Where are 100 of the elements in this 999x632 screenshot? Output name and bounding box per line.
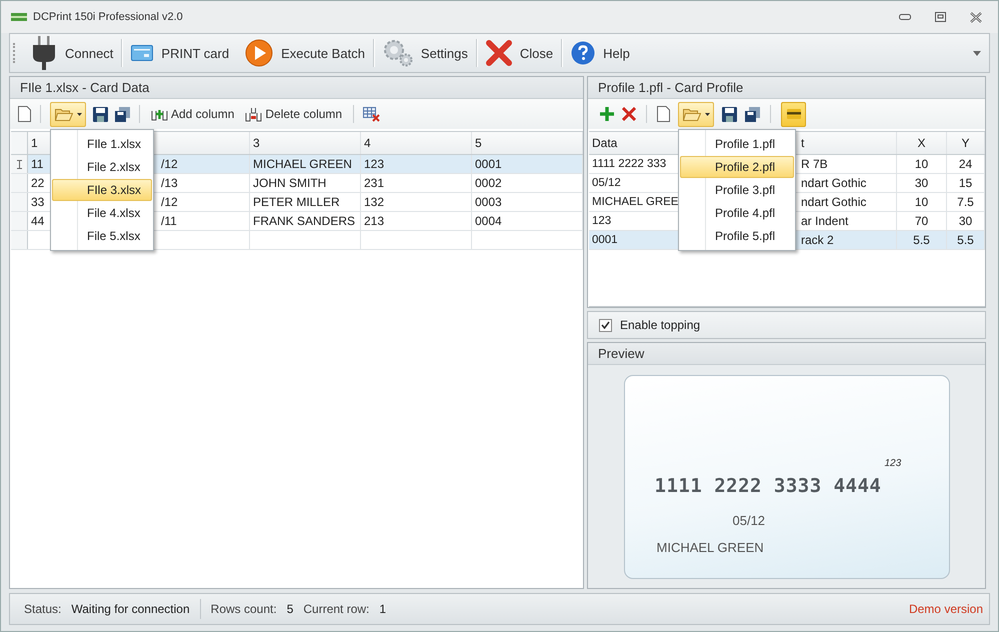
row-header[interactable]	[11, 155, 28, 173]
table-cell: 5.5	[913, 233, 930, 247]
table-cell: 231	[364, 176, 384, 190]
table-cell: /11	[161, 214, 177, 228]
delete-column-button[interactable]: Delete column	[243, 106, 344, 122]
new-document-icon[interactable]	[18, 106, 31, 122]
table-cell: 10	[914, 195, 928, 209]
toolbar-button[interactable]: Execute Batch	[237, 35, 373, 71]
menu-item[interactable]: Profile 3.pfl	[680, 178, 794, 200]
column-header[interactable]: 4	[364, 136, 371, 150]
save-all-icon[interactable]	[745, 106, 760, 122]
table-cell: 22	[31, 176, 44, 190]
toolbar-button[interactable]: Close	[478, 35, 562, 71]
column-header[interactable]: 5	[475, 136, 482, 150]
delete-icon[interactable]	[622, 107, 636, 121]
add-column-button[interactable]: Add column	[149, 106, 236, 122]
table-cell: MICHAEL GREE	[592, 196, 678, 208]
table-cell: 70	[914, 214, 928, 228]
card-cvv: 123	[884, 458, 902, 468]
open-folder-button[interactable]	[678, 102, 714, 126]
caret-icon	[704, 112, 710, 116]
maximize-icon[interactable]	[935, 12, 946, 22]
checkmark-icon	[601, 321, 610, 329]
menu-item[interactable]: FIle 1.xlsx	[52, 132, 152, 154]
new-document-icon[interactable]	[657, 106, 670, 122]
table-cell: 10	[914, 157, 928, 171]
menu-item[interactable]: Profile 5.pfl	[680, 224, 794, 246]
table-cell: 0003	[475, 195, 502, 209]
table-cell: 123	[364, 157, 384, 171]
folder-icon	[54, 108, 72, 120]
plug-icon	[31, 36, 57, 70]
menu-item[interactable]: Profile 2.pfl	[680, 156, 794, 178]
open-folder-button[interactable]	[50, 102, 86, 126]
current-row: 1	[379, 602, 386, 616]
caret-icon	[76, 112, 82, 116]
table-cell: 15	[958, 176, 972, 190]
close-icon[interactable]	[970, 12, 982, 22]
column-header[interactable]: t	[801, 136, 804, 150]
column-header[interactable]: 1	[31, 136, 38, 150]
toolbar-button[interactable]: PRINT card	[123, 35, 238, 71]
table-cell: /12	[161, 157, 178, 171]
menu-item[interactable]: Profile 4.pfl	[680, 202, 794, 224]
table-cell: 213	[364, 214, 384, 228]
column-header[interactable]: Y	[961, 136, 970, 150]
plus-icon[interactable]	[600, 107, 614, 121]
table-cell: FRANK SANDERS	[253, 214, 356, 228]
menu-item[interactable]: File 5.xlsx	[52, 224, 152, 246]
app-icon	[11, 13, 27, 21]
toolbar-button[interactable]: Settings	[374, 35, 476, 71]
folder-icon	[682, 108, 700, 120]
close-icon	[486, 40, 512, 66]
minimize-icon[interactable]	[899, 14, 911, 20]
save-icon[interactable]	[93, 106, 108, 122]
table-cell: R 7B	[801, 157, 828, 171]
table-cell: 5.5	[957, 233, 974, 247]
table-cell: 24	[958, 157, 972, 171]
column-header[interactable]: 3	[253, 136, 260, 150]
table-cell: rack 2	[801, 233, 834, 247]
table-cell: JOHN SMITH	[253, 176, 326, 190]
current-row-label: Current row:	[303, 602, 370, 616]
table-cell: PETER MILLER	[253, 195, 340, 209]
card-icon	[786, 109, 800, 119]
status-text: Waiting for connection	[71, 602, 190, 616]
column-header[interactable]: Data	[592, 136, 618, 150]
card-number: 1111 2222 3333 4444	[654, 474, 882, 496]
save-icon[interactable]	[722, 106, 737, 122]
delete-column-icon	[245, 106, 262, 122]
gear-icon	[382, 39, 413, 67]
table-cell: ar Indent	[801, 214, 848, 228]
toolbar-button[interactable]: Help	[563, 35, 638, 71]
table-cell: 44	[31, 214, 44, 228]
card-view-button[interactable]	[781, 102, 806, 126]
checkbox[interactable]	[599, 318, 612, 332]
dropdown-arrow-icon[interactable]	[973, 50, 981, 56]
window-title: DCPrint 150i Professional v2.0	[33, 11, 183, 23]
table-cell: 33	[31, 195, 44, 209]
rows-count: 5	[286, 602, 294, 616]
card-expiry: 05/12	[732, 512, 766, 528]
table-cell: /13	[161, 176, 178, 190]
menu-item[interactable]: File 4.xlsx	[52, 202, 152, 224]
table-cell: 0002	[475, 176, 502, 190]
save-all-icon[interactable]	[115, 106, 130, 122]
delete-table-icon[interactable]	[363, 106, 380, 122]
status-label: Status:	[24, 602, 62, 616]
table-cell: ndart Gothic	[801, 176, 866, 190]
toolbar-button[interactable]: Connect	[23, 35, 122, 71]
table-cell: 0001	[475, 157, 502, 171]
help-icon	[571, 41, 596, 65]
table-cell: 132	[364, 195, 384, 209]
table-cell: 11	[31, 157, 44, 171]
card-holder-name: MICHAEL GREEN	[656, 540, 764, 554]
table-cell: 0001	[592, 234, 618, 246]
table-cell: MICHAEL GREEN	[253, 157, 352, 171]
edition-label: Demo version	[908, 602, 983, 616]
table-cell: 123	[592, 215, 612, 227]
table-cell: /12	[161, 195, 178, 209]
menu-item[interactable]: Profile 1.pfl	[680, 132, 794, 154]
column-header[interactable]: X	[917, 136, 926, 150]
menu-item[interactable]: File 2.xlsx	[52, 156, 152, 178]
menu-item[interactable]: FIle 3.xlsx	[52, 178, 152, 200]
